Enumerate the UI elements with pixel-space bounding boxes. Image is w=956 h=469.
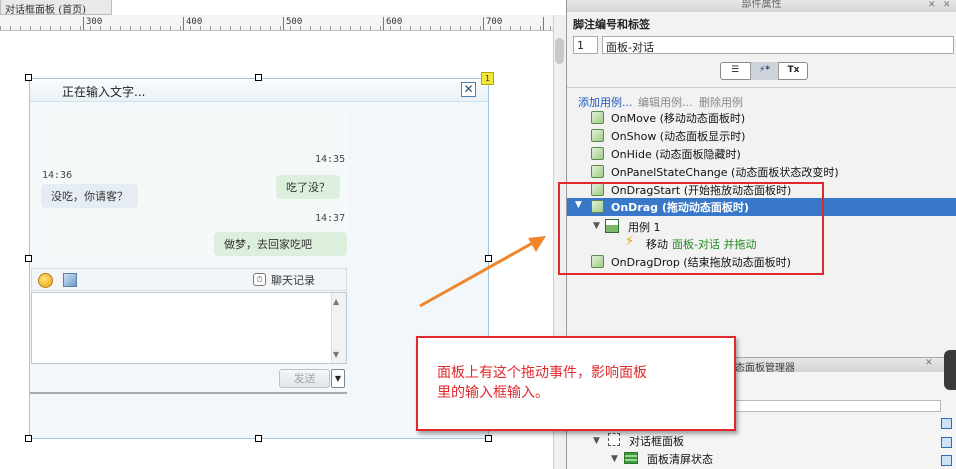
tab-notes-icon[interactable]: ☰ bbox=[721, 62, 749, 80]
message-time: 14:36 bbox=[42, 170, 73, 181]
ruler-label: 600 bbox=[386, 17, 403, 27]
ruler-label: 300 bbox=[86, 17, 103, 27]
scroll-down-icon[interactable]: ▼ bbox=[333, 350, 339, 359]
document-tab[interactable]: 对话框面板 (首页) bbox=[0, 0, 112, 15]
tab-interactions-icon[interactable]: ⚡* bbox=[750, 62, 779, 80]
message-time: 14:35 bbox=[315, 154, 346, 165]
close-icon[interactable]: ✕ bbox=[461, 82, 476, 97]
event-icon bbox=[591, 165, 604, 178]
event-onshow[interactable]: OnShow (动态面板显示时) bbox=[611, 128, 911, 146]
tree-child-item[interactable]: 面板清屏状态 bbox=[647, 451, 713, 467]
ruler-tick bbox=[183, 17, 184, 30]
dynamic-panel-icon bbox=[608, 433, 620, 446]
event-onpanelstatechange[interactable]: OnPanelStateChange (动态面板状态改变时) bbox=[611, 164, 911, 182]
event-icon bbox=[591, 147, 604, 160]
ruler-tick bbox=[283, 17, 284, 30]
widget-name-field[interactable]: 面板-对话 bbox=[602, 36, 954, 54]
resize-handle[interactable] bbox=[255, 435, 262, 442]
resize-handle[interactable] bbox=[25, 74, 32, 81]
send-options-icon[interactable]: ▼ bbox=[331, 369, 345, 388]
tab-format-icon[interactable]: Tx bbox=[780, 62, 807, 80]
ruler-label: 700 bbox=[486, 17, 503, 27]
message-bubble-right: 做梦，去回家吃吧 bbox=[214, 232, 347, 256]
event-icon bbox=[591, 111, 604, 124]
edit-case-link[interactable]: 编辑用例... bbox=[638, 94, 693, 110]
pin-icon[interactable]: ✕ bbox=[928, 0, 936, 10]
ruler-tick bbox=[83, 17, 84, 30]
ruler-tick bbox=[383, 17, 384, 30]
footnote-id-field[interactable]: 1 bbox=[573, 36, 598, 54]
history-icon[interactable]: ⏱ bbox=[253, 273, 266, 286]
ruler-tick bbox=[543, 17, 544, 30]
image-icon[interactable] bbox=[63, 273, 77, 287]
side-handle[interactable] bbox=[944, 350, 956, 390]
resize-handle[interactable] bbox=[25, 435, 32, 442]
tree-root-item[interactable]: 对话框面板 bbox=[629, 433, 684, 449]
send-button[interactable]: 发送 bbox=[279, 369, 330, 388]
resize-handle[interactable] bbox=[255, 74, 262, 81]
properties-title: 部件属性 bbox=[567, 0, 956, 12]
resize-handle[interactable] bbox=[25, 255, 32, 262]
footnote-badge: 1 bbox=[481, 72, 494, 85]
resize-handle[interactable] bbox=[485, 435, 492, 442]
canvas-scroll-thumb[interactable] bbox=[555, 38, 564, 64]
close-panel-icon[interactable]: ✕ bbox=[943, 0, 951, 10]
delete-case-link[interactable]: 删除用例 bbox=[699, 94, 743, 110]
message-time: 14:37 bbox=[315, 213, 346, 224]
annotation-line: 里的输入框输入。 bbox=[437, 385, 549, 401]
scroll-up-icon[interactable]: ▲ bbox=[333, 297, 339, 306]
panel-divider bbox=[30, 392, 347, 394]
divider bbox=[567, 87, 956, 88]
event-icon bbox=[591, 129, 604, 142]
highlight-box bbox=[558, 182, 824, 275]
message-bubble-right: 吃了没？ bbox=[276, 175, 340, 199]
event-onmove[interactable]: OnMove (移动动态面板时) bbox=[611, 110, 911, 128]
panel-title: 正在输入文字... bbox=[62, 85, 146, 99]
ruler-label: 400 bbox=[186, 17, 203, 27]
add-case-link[interactable]: 添加用例... bbox=[578, 94, 633, 110]
annotation-line: 面板上有这个拖动事件，影响面板 bbox=[437, 365, 647, 381]
emoji-icon[interactable] bbox=[38, 273, 53, 288]
ruler-tick bbox=[483, 17, 484, 30]
collapse-icon[interactable]: ▼ bbox=[611, 454, 618, 464]
annotation-arrow bbox=[419, 236, 546, 308]
ruler-label: 500 bbox=[286, 17, 303, 27]
message-bubble-left: 没吃，你请客？ bbox=[41, 184, 138, 208]
event-onhide[interactable]: OnHide (动态面板隐藏时) bbox=[611, 146, 911, 164]
collapse-icon[interactable]: ▼ bbox=[593, 436, 600, 446]
visibility-toggle[interactable] bbox=[941, 418, 952, 429]
label-heading: 脚注编号和标签 bbox=[573, 18, 650, 31]
panel-state-icon bbox=[624, 452, 638, 464]
visibility-toggle[interactable] bbox=[941, 437, 952, 448]
history-link[interactable]: 聊天记录 bbox=[271, 272, 315, 288]
visibility-toggle[interactable] bbox=[941, 455, 952, 466]
pin-icon[interactable]: ✕ bbox=[925, 358, 933, 368]
annotation-text: 面板上有这个拖动事件，影响面板 里的输入框输入。 bbox=[437, 363, 727, 403]
message-input[interactable] bbox=[31, 292, 347, 364]
